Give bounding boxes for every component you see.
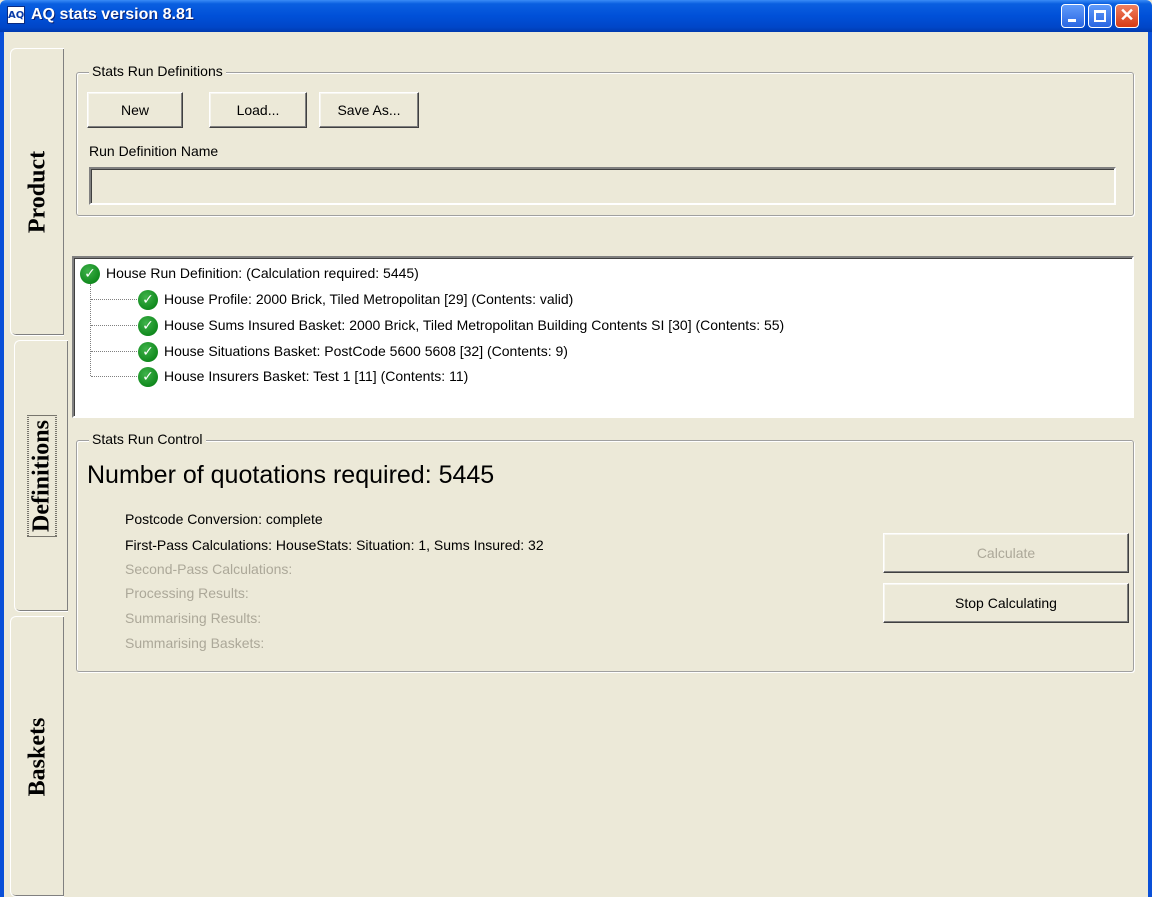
- tree-connector: [91, 299, 137, 300]
- run-definitions-title: Stats Run Definitions: [89, 63, 226, 79]
- status-processing-results: Processing Results:: [125, 585, 249, 601]
- tree-node-situations-basket[interactable]: ✓ House Situations Basket: PostCode 5600 …: [138, 340, 568, 363]
- run-definition-tree[interactable]: ✓ House Run Definition: (Calculation requ…: [72, 256, 1134, 418]
- tree-node-insurers-basket[interactable]: ✓ House Insurers Basket: Test 1 [11] (Con…: [138, 365, 469, 388]
- tab-product-label: Product: [24, 150, 50, 234]
- check-icon: ✓: [138, 342, 158, 363]
- tree-node-label: House Profile: 2000 Brick, Tiled Metropo…: [164, 291, 574, 307]
- maximize-icon: [1094, 10, 1106, 22]
- status-summarising-results: Summarising Results:: [125, 610, 262, 626]
- minimize-button[interactable]: [1061, 4, 1085, 28]
- status-postcode-conversion: Postcode Conversion: complete: [125, 511, 323, 527]
- load-button[interactable]: Load...: [209, 92, 307, 128]
- tree-connector: [91, 376, 137, 377]
- tree-node-label: House Sums Insured Basket: 2000 Brick, T…: [164, 317, 785, 333]
- run-definitions-group: Stats Run Definitions New Load... Save A…: [76, 63, 1134, 216]
- run-definition-name-label: Run Definition Name: [89, 143, 219, 159]
- tree-connector: [90, 284, 91, 376]
- run-control-title: Stats Run Control: [89, 431, 206, 447]
- save-as-button[interactable]: Save As...: [319, 92, 419, 128]
- tab-definitions[interactable]: Definitions: [14, 340, 68, 612]
- close-button[interactable]: ✕: [1115, 4, 1139, 28]
- tree-node-house-run-definition[interactable]: ✓ House Run Definition: (Calculation requ…: [80, 262, 419, 285]
- title-bar[interactable]: AQ AQ stats version 8.81 ✕: [0, 0, 1152, 32]
- check-icon: ✓: [138, 367, 158, 388]
- minimize-icon: [1068, 19, 1076, 22]
- tab-baskets[interactable]: Baskets: [10, 616, 64, 897]
- tree-node-label: House Run Definition: (Calculation requi…: [106, 265, 419, 281]
- tab-baskets-label: Baskets: [24, 717, 50, 796]
- status-second-pass: Second-Pass Calculations:: [125, 561, 293, 577]
- tree-connector: [91, 351, 137, 352]
- tree-node-label: House Insurers Basket: Test 1 [11] (Cont…: [164, 368, 469, 384]
- new-button[interactable]: New: [87, 92, 183, 128]
- check-icon: ✓: [80, 264, 100, 285]
- window-border-left: [0, 32, 4, 897]
- status-summarising-baskets: Summarising Baskets:: [125, 635, 265, 651]
- stop-calculating-button[interactable]: Stop Calculating: [883, 583, 1129, 623]
- check-icon: ✓: [138, 316, 158, 337]
- window-title: AQ stats version 8.81: [31, 6, 194, 23]
- tree-node-sums-insured-basket[interactable]: ✓ House Sums Insured Basket: 2000 Brick, …: [138, 314, 785, 337]
- tab-product[interactable]: Product: [10, 48, 64, 336]
- app-icon: AQ: [7, 6, 25, 24]
- maximize-button[interactable]: [1088, 4, 1112, 28]
- calculate-button[interactable]: Calculate: [883, 533, 1129, 573]
- tree-node-house-profile[interactable]: ✓ House Profile: 2000 Brick, Tiled Metrop…: [138, 288, 574, 311]
- tree-node-label: House Situations Basket: PostCode 5600 5…: [164, 343, 568, 359]
- check-icon: ✓: [138, 290, 158, 311]
- run-definition-name-input[interactable]: [89, 167, 1116, 205]
- run-control-group: Stats Run Control Number of quotations r…: [76, 431, 1134, 672]
- tree-connector: [91, 325, 137, 326]
- close-icon: ✕: [1119, 5, 1135, 25]
- window-border-right: [1148, 32, 1152, 897]
- tab-definitions-label: Definitions: [27, 414, 56, 538]
- status-first-pass: First-Pass Calculations: HouseStats: Sit…: [125, 537, 544, 553]
- quotations-required-headline: Number of quotations required: 5445: [87, 461, 495, 489]
